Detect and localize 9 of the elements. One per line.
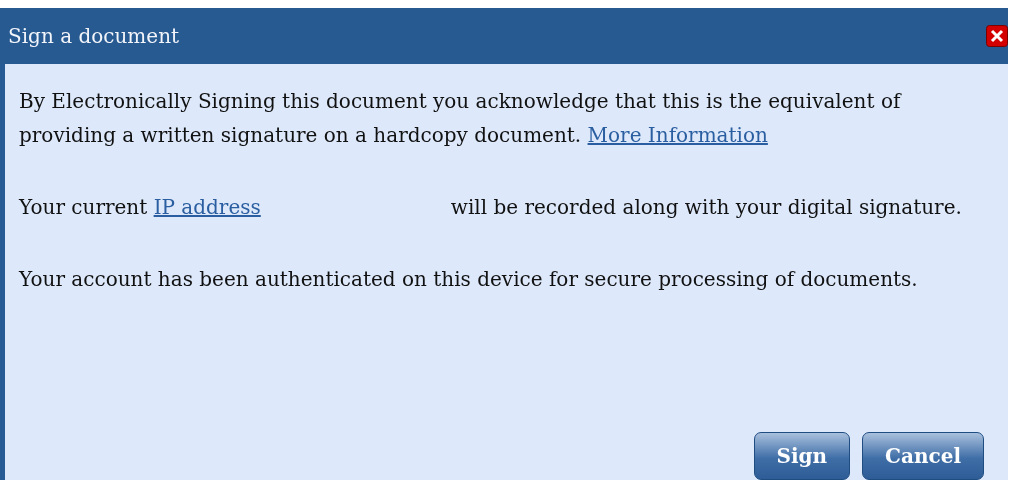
paragraph: Your account has been authenticated on this device for secure processing of documents. — [19, 266, 919, 293]
window-title: Sign a document — [8, 24, 180, 48]
close-icon[interactable] — [986, 25, 1008, 47]
sign-button[interactable]: Sign — [753, 432, 851, 480]
paragraph: Your current IP address will be recorded along with your digital signature. — [19, 194, 963, 221]
info-link[interactable]: More Information — [587, 123, 768, 147]
paragraph: By Electronically Signing this document you acknowledge that this is the equivalent of providing a written signature on a hardcopy document. More Information — [19, 88, 903, 149]
cancel-button[interactable]: Cancel — [862, 432, 984, 480]
info-link[interactable]: IP address — [153, 195, 261, 219]
